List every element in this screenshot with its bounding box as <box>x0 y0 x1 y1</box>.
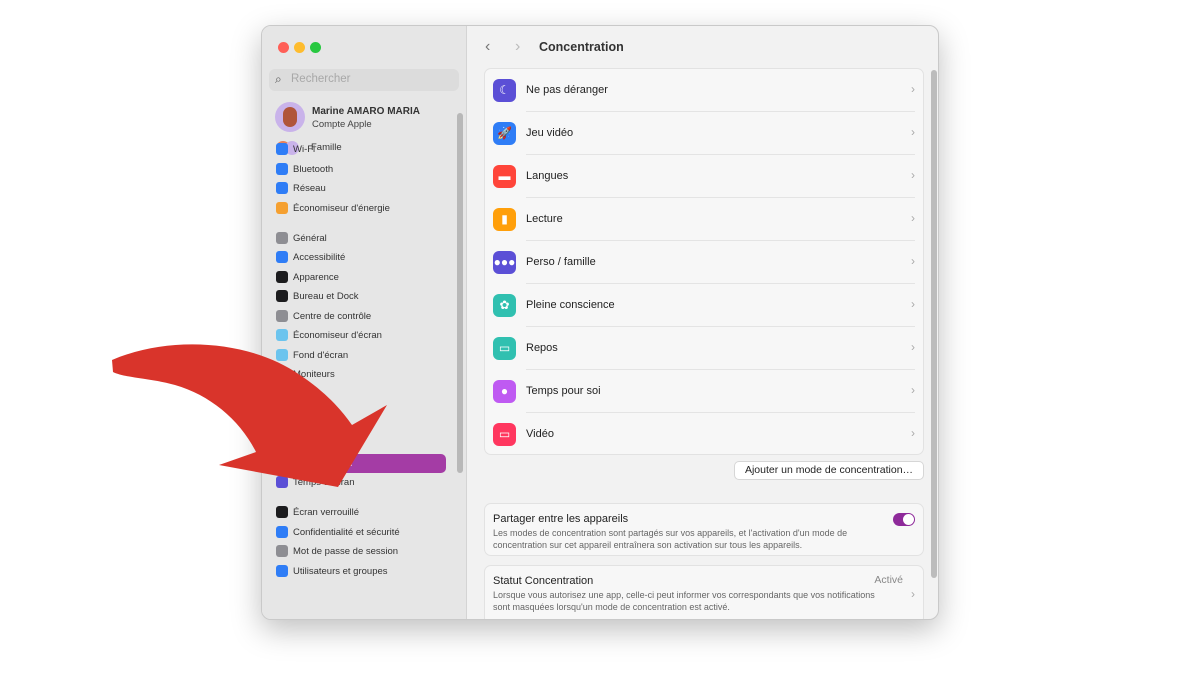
red-arrow-annotation <box>112 344 387 487</box>
arrow-icon <box>112 344 387 487</box>
